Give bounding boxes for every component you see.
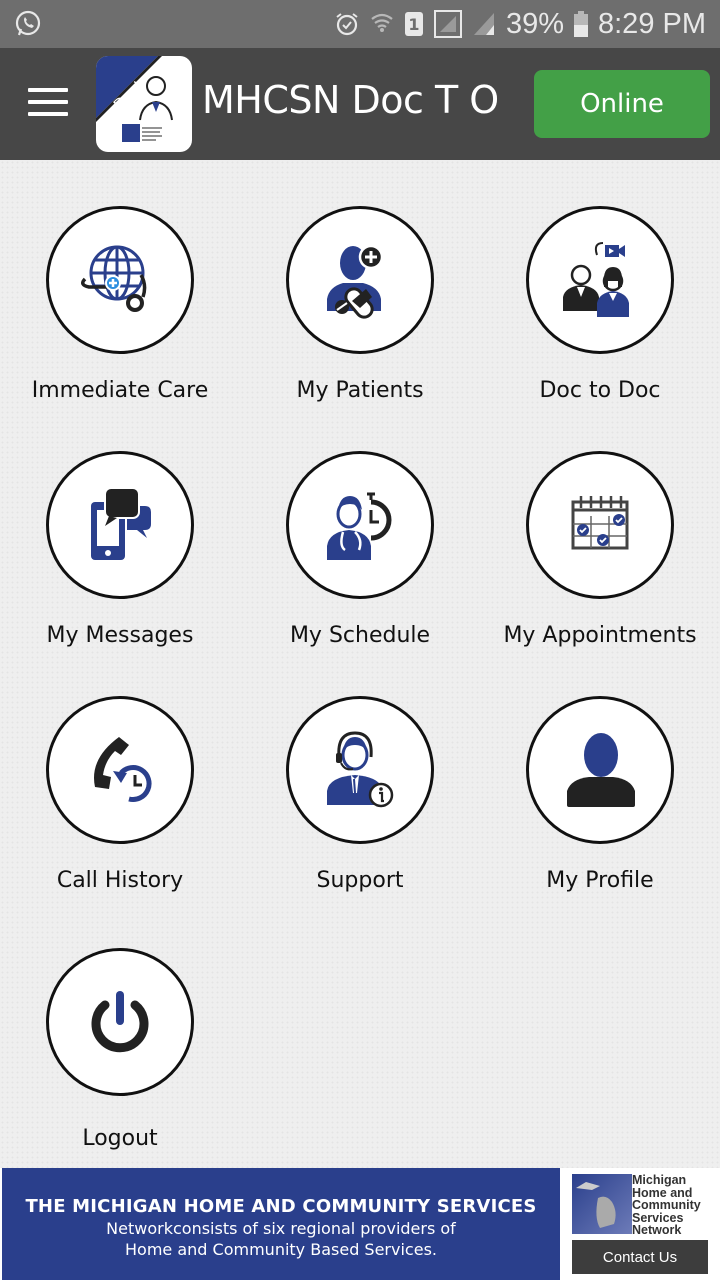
menu-item-doc-to-doc[interactable]: Doc to Doc [480, 206, 720, 446]
michigan-map-icon [572, 1174, 632, 1234]
sim-1-icon: 1 [404, 11, 424, 37]
menu-icon-circle [526, 696, 674, 844]
battery-percent: 39% [505, 7, 564, 40]
signal-boxed-icon [433, 10, 462, 38]
menu-item-my-profile[interactable]: My Profile [480, 696, 720, 936]
mhcsn-logo: Michigan Home and Community Services Net… [572, 1174, 714, 1238]
promo-banner[interactable]: THE MICHIGAN HOME AND COMMUNITY SERVICES… [2, 1168, 560, 1280]
menu-icon-circle [526, 206, 674, 354]
banner-text-line: Home and Community Based Services. [125, 1240, 437, 1259]
calendar-check-icon [571, 496, 629, 550]
svg-text:1: 1 [408, 15, 419, 34]
patient-pill-icon [327, 244, 384, 319]
hamburger-icon-line [28, 100, 68, 104]
doctor-logo-icon: Doctor [96, 56, 173, 142]
menu-item-my-schedule[interactable]: My Schedule [240, 451, 480, 691]
doctors-video-icon [563, 242, 629, 317]
user-profile-icon [567, 733, 635, 807]
menu-item-support[interactable]: Support [240, 696, 480, 936]
menu-icon-circle [46, 948, 194, 1096]
menu-item-label: My Messages [46, 623, 194, 648]
menu-icon-circle [46, 696, 194, 844]
power-icon [91, 991, 149, 1053]
menu-grid: Immediate Care My Patients Doc to Doc My… [0, 160, 720, 1168]
menu-icon-circle [286, 451, 434, 599]
hamburger-icon-line [28, 112, 68, 116]
logo-line: Community [632, 1198, 701, 1212]
support-agent-icon [327, 731, 394, 808]
menu-item-label: My Patients [296, 378, 424, 403]
menu-item-my-appointments[interactable]: My Appointments [480, 451, 720, 691]
phone-history-icon [94, 737, 152, 802]
menu-item-label: Support [316, 868, 404, 893]
menu-item-label: Call History [56, 868, 184, 893]
globe-stethoscope-icon [81, 245, 147, 312]
mhcsn-logo-text: Michigan Home and Community Services Net… [632, 1174, 701, 1237]
menu-item-logout[interactable]: Logout [0, 948, 240, 1188]
footer-banner: THE MICHIGAN HOME AND COMMUNITY SERVICES… [0, 1168, 720, 1280]
logo-line: Network [632, 1223, 682, 1237]
banner-headline: THE MICHIGAN HOME AND COMMUNITY SERVICES [25, 1196, 537, 1217]
menu-icon-circle [526, 451, 674, 599]
doctor-timer-icon [327, 492, 392, 560]
app-bar: Doctor MHCSN Doc T O Online [0, 48, 720, 160]
wifi-icon [370, 11, 394, 37]
menu-item-my-messages[interactable]: My Messages [0, 451, 240, 691]
online-status-button[interactable]: Online [534, 70, 710, 138]
menu-item-label: My Appointments [503, 623, 697, 648]
battery-icon [574, 11, 588, 37]
alarm-icon [334, 11, 360, 37]
app-title: MHCSN Doc T O [202, 78, 499, 122]
hamburger-icon-line [28, 88, 68, 92]
menu-item-label: My Schedule [289, 623, 431, 648]
menu-item-my-patients[interactable]: My Patients [240, 206, 480, 446]
menu-icon-circle [46, 206, 194, 354]
menu-item-call-history[interactable]: Call History [0, 696, 240, 936]
menu-item-immediate-care[interactable]: Immediate Care [0, 206, 240, 446]
app-logo: Doctor [96, 56, 192, 152]
whatsapp-icon [14, 10, 42, 38]
contact-us-button[interactable]: Contact Us [572, 1240, 708, 1274]
phone-chat-icon [91, 487, 151, 560]
menu-icon-circle [286, 206, 434, 354]
menu-item-label: Logout [82, 1126, 158, 1151]
status-bar: 1 39% 8:29 PM [0, 0, 720, 48]
menu-item-label: Doc to Doc [539, 378, 661, 403]
menu-icon-circle [286, 696, 434, 844]
clock: 8:29 PM [598, 7, 706, 40]
menu-icon-circle [46, 451, 194, 599]
logo-line: Michigan [632, 1173, 687, 1187]
banner-text-line: Networkconsists of six regional provider… [106, 1219, 456, 1238]
signal-icon [472, 11, 496, 37]
menu-button[interactable] [28, 88, 68, 118]
menu-item-label: My Profile [546, 868, 654, 893]
menu-item-label: Immediate Care [31, 378, 209, 403]
